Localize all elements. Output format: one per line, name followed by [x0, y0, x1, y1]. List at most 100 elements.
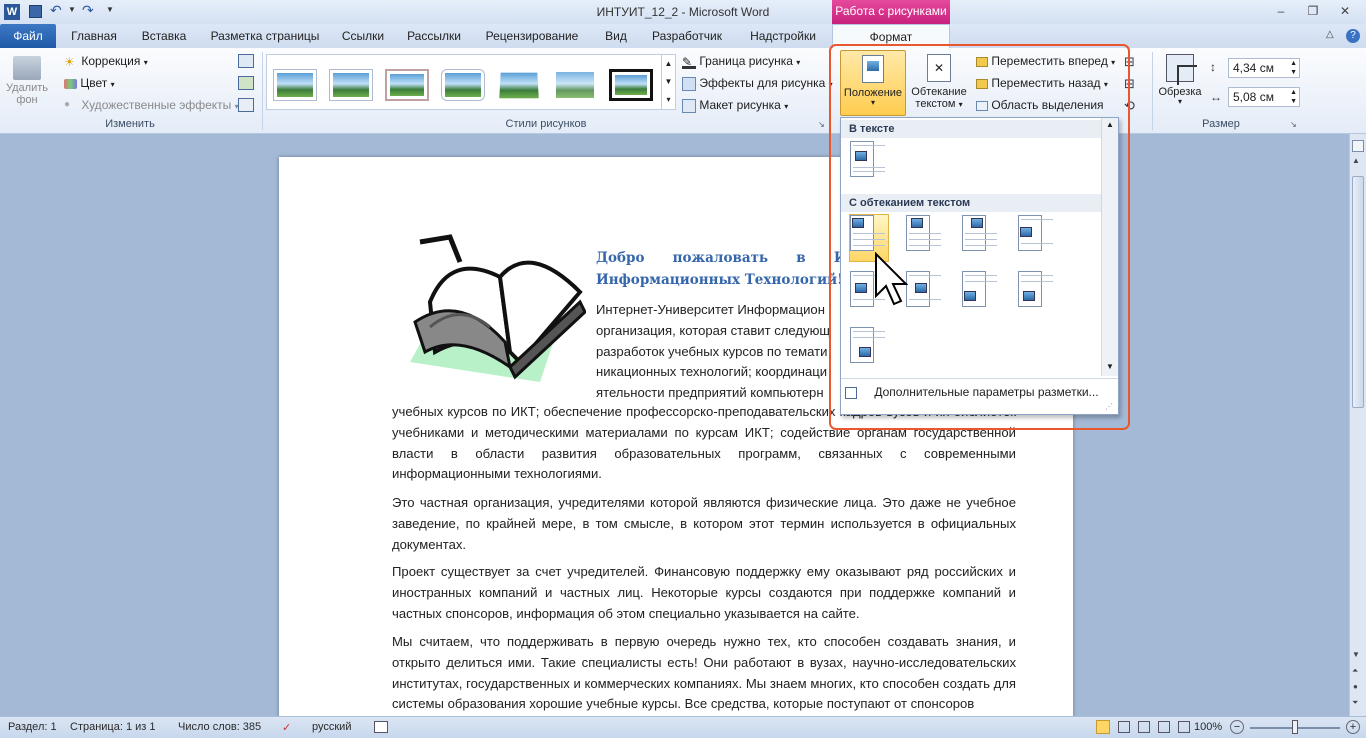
- artistic-effects-button[interactable]: ● Художественные эффекты ▾: [64, 98, 239, 113]
- zoom-in-icon[interactable]: +: [1346, 720, 1360, 734]
- picture-layout-icon: [682, 98, 696, 113]
- gallery-scroll-up-icon[interactable]: ▲: [661, 55, 675, 73]
- status-words[interactable]: Число слов: 385: [178, 721, 261, 733]
- gallery-scroll-down-icon[interactable]: ▼: [661, 73, 675, 91]
- status-page[interactable]: Страница: 1 из 1: [70, 721, 156, 733]
- macro-record-icon[interactable]: [374, 721, 388, 733]
- remove-background-icon: [13, 56, 41, 80]
- zoom-slider-thumb[interactable]: [1292, 720, 1298, 734]
- correction-button[interactable]: ☀ Коррекция ▾: [64, 54, 148, 69]
- picture-style-7[interactable]: [609, 69, 653, 101]
- scroll-down-icon[interactable]: ▼: [1352, 650, 1360, 659]
- spellcheck-icon[interactable]: ✓: [282, 721, 291, 734]
- ribbon-separator: [1152, 52, 1153, 130]
- tab-view[interactable]: Вид: [596, 24, 636, 48]
- tab-review[interactable]: Рецензирование: [478, 24, 586, 48]
- restore-button[interactable]: ❐: [1302, 3, 1324, 19]
- crop-icon: [1166, 54, 1197, 85]
- height-spinner[interactable]: 4,34 см ▲ ▼: [1228, 58, 1300, 78]
- sun-icon: ☀: [64, 54, 75, 69]
- picture-effects-button[interactable]: Эффекты для рисунка ▾: [682, 76, 833, 91]
- p1-line: Интернет-Университет Информацион: [596, 302, 825, 317]
- spinner-arrows-icon[interactable]: ▲ ▼: [1290, 88, 1297, 106]
- status-bar: Раздел: 1 Страница: 1 из 1 Число слов: 3…: [0, 716, 1366, 738]
- view-print-layout-icon[interactable]: [1096, 720, 1110, 734]
- group-label-picture-styles: Стили рисунков: [505, 118, 587, 130]
- picture-layout-button[interactable]: Макет рисунка ▾: [682, 98, 788, 113]
- title-bar: W ↶ ▼ ↷ ▼ ИНТУИТ_12_2 - Microsoft Word –…: [0, 0, 1366, 24]
- zoom-level[interactable]: 100%: [1194, 721, 1222, 733]
- tab-insert[interactable]: Вставка: [134, 24, 194, 48]
- change-picture-icon[interactable]: [238, 76, 254, 90]
- group-label-size: Размер: [1202, 118, 1240, 130]
- ribbon-tabs: Файл Главная Вставка Разметка страницы С…: [0, 24, 1366, 48]
- size-dialog-launcher-icon[interactable]: ↘: [1290, 120, 1297, 129]
- scroll-up-icon[interactable]: ▲: [1352, 156, 1360, 165]
- ruler-toggle-icon[interactable]: [1352, 140, 1364, 152]
- tab-page-layout[interactable]: Разметка страницы: [202, 24, 328, 48]
- scroll-thumb[interactable]: [1352, 176, 1364, 408]
- width-value: 5,08 см: [1233, 90, 1274, 104]
- tab-references[interactable]: Ссылки: [334, 24, 392, 48]
- heading-line-2: Информационных Технологий!: [596, 272, 844, 288]
- tab-mailings[interactable]: Рассылки: [400, 24, 468, 48]
- remove-background-button[interactable]: Удалить фон: [4, 52, 50, 114]
- pencil-icon: ✎: [682, 55, 696, 69]
- zoom-out-icon[interactable]: −: [1230, 720, 1244, 734]
- height-value: 4,34 см: [1233, 61, 1274, 75]
- window-title: ИНТУИТ_12_2 - Microsoft Word: [596, 5, 770, 19]
- picture-style-6[interactable]: [553, 69, 597, 101]
- next-page-icon[interactable]: ⏷: [1352, 698, 1358, 708]
- close-button[interactable]: ✕: [1334, 3, 1356, 19]
- status-section[interactable]: Раздел: 1: [8, 721, 57, 733]
- tab-home[interactable]: Главная: [62, 24, 126, 48]
- crop-button[interactable]: Обрезка ▾: [1156, 52, 1204, 114]
- ribbon-format: Удалить фон ☀ Коррекция ▾ Цвет ▾ ● Худож…: [0, 48, 1366, 134]
- picture-styles-dialog-launcher-icon[interactable]: ↘: [818, 120, 825, 129]
- picture-border-button[interactable]: ✎ Граница рисунка ▾: [682, 54, 800, 69]
- tab-addins[interactable]: Надстройки: [740, 24, 826, 48]
- ribbon-separator: [262, 52, 263, 130]
- picture-style-3[interactable]: [385, 69, 429, 101]
- view-web-icon[interactable]: [1138, 721, 1150, 733]
- view-draft-icon[interactable]: [1178, 721, 1190, 733]
- gallery-more-icon[interactable]: ▾: [661, 91, 675, 109]
- heading-line-1: Добро пожаловать в И: [596, 250, 847, 266]
- width-spinner[interactable]: 5,08 см ▲ ▼: [1228, 87, 1300, 107]
- spinner-arrows-icon[interactable]: ▲ ▼: [1290, 59, 1297, 77]
- width-icon: ↔: [1210, 90, 1222, 104]
- previous-page-icon[interactable]: ⏶: [1352, 666, 1358, 676]
- help-icon[interactable]: ?: [1346, 29, 1360, 43]
- browse-object-icon[interactable]: ●: [1353, 682, 1358, 691]
- vertical-scrollbar[interactable]: ▲ ▼ ⏶ ● ⏷: [1349, 134, 1366, 716]
- group-label-change: Изменить: [105, 118, 155, 130]
- highlight-frame: [829, 44, 1130, 430]
- paragraph-3: Проект существует за счет учредителей. Ф…: [392, 564, 1016, 621]
- collapse-ribbon-icon[interactable]: △: [1326, 29, 1334, 40]
- p1-line: ятельности предприятий компьютерн: [596, 385, 824, 400]
- color-button[interactable]: Цвет ▾: [64, 76, 115, 90]
- tab-developer[interactable]: Разработчик: [644, 24, 730, 48]
- paragraph-2: Это частная организация, учредителями ко…: [392, 495, 1016, 552]
- picture-effects-icon: [682, 76, 696, 91]
- picture-style-5[interactable]: [495, 69, 543, 102]
- tab-file[interactable]: Файл: [0, 24, 56, 48]
- paragraph-4: Мы считаем, что поддерживать в первую оч…: [392, 634, 1016, 712]
- status-language[interactable]: русский: [312, 721, 351, 733]
- book-clipart-image[interactable]: [390, 232, 586, 400]
- artistic-effects-icon: ●: [64, 98, 71, 110]
- picture-style-2[interactable]: [329, 69, 373, 101]
- height-icon: ↕: [1210, 60, 1216, 74]
- view-reading-icon[interactable]: [1118, 721, 1130, 733]
- picture-style-4[interactable]: [441, 69, 485, 101]
- picture-style-1[interactable]: [273, 69, 317, 101]
- context-group-picture-tools: Работа с рисунками: [832, 0, 950, 24]
- view-outline-icon[interactable]: [1158, 721, 1170, 733]
- compress-pictures-icon[interactable]: [238, 54, 254, 68]
- reset-picture-icon[interactable]: [238, 98, 254, 112]
- minimize-button[interactable]: –: [1270, 3, 1292, 19]
- p1-line: разработок учебных курсов по темати: [596, 344, 828, 359]
- p1-line: организация, которая ставит следующ: [596, 323, 831, 338]
- color-icon: [64, 78, 77, 89]
- picture-styles-gallery: ▲ ▼ ▾: [266, 54, 676, 110]
